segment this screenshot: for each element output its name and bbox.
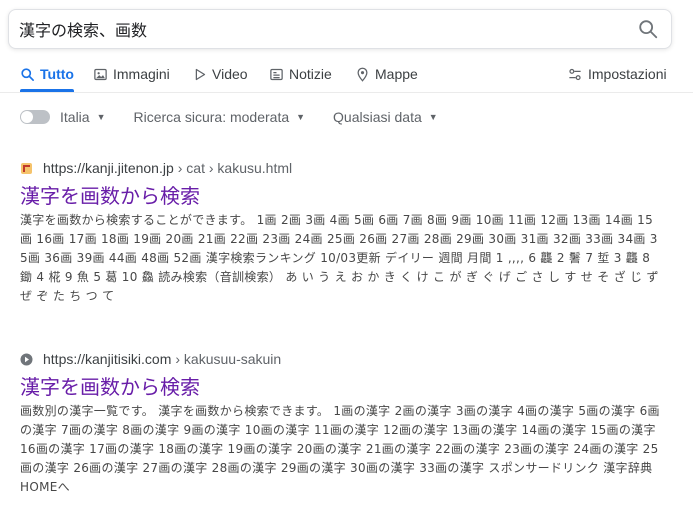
tab-settings[interactable]: Impostazioni — [567, 58, 667, 90]
result-snippet: 画数別の漢字一覧です。 漢字を画数から検索できます。 1画の漢字 2画の漢字 3… — [20, 404, 660, 494]
caret-down-icon: ▼ — [428, 112, 438, 122]
search-icon — [21, 67, 34, 81]
search-icon[interactable] — [637, 18, 659, 40]
tab-video[interactable]: Video — [192, 58, 248, 90]
news-icon — [270, 68, 283, 80]
image-icon — [94, 68, 107, 80]
tab-images[interactable]: Immagini — [93, 58, 170, 90]
search-filters: Italia ▼ Ricerca sicura: moderata ▼ Qual… — [20, 108, 466, 126]
result-url[interactable]: https://kanjitisiki.com › kakusuu-sakuin — [20, 350, 660, 368]
tab-label: Notizie — [289, 66, 332, 82]
caret-down-icon: ▼ — [296, 112, 306, 122]
search-result: https://kanjitisiki.com › kakusuu-sakuin… — [20, 350, 660, 497]
safe-search-filter[interactable]: Ricerca sicura: moderata ▼ — [134, 109, 306, 125]
tab-label: Impostazioni — [588, 66, 667, 82]
map-pin-icon — [357, 67, 368, 82]
result-url[interactable]: https://kanji.jitenon.jp › cat › kakusu.… — [20, 159, 660, 177]
tab-label: Tutto — [40, 66, 74, 82]
region-filter[interactable]: Italia ▼ — [60, 109, 106, 125]
result-path: › cat › kakusu.html — [177, 160, 293, 176]
tab-maps[interactable]: Mappe — [355, 58, 418, 90]
tab-label: Immagini — [113, 66, 170, 82]
play-icon — [195, 68, 206, 80]
play-circle-favicon-icon — [20, 353, 33, 366]
result-title-link[interactable]: 漢字を画数から検索 — [20, 374, 660, 400]
region-toggle[interactable] — [20, 110, 50, 124]
toggle-knob — [21, 111, 33, 123]
region-filter-label: Italia — [60, 109, 90, 125]
result-domain: https://kanjitisiki.com — [43, 351, 172, 367]
date-filter[interactable]: Qualsiasi data ▼ — [333, 109, 438, 125]
result-path: › kakusuu-sakuin — [175, 351, 282, 367]
result-snippet: 漢字を画数から検索することができます。 1画 2画 3画 4画 5画 6画 7画… — [20, 213, 659, 303]
result-title-link[interactable]: 漢字を画数から検索 — [20, 183, 660, 209]
search-input[interactable] — [19, 10, 619, 48]
safe-search-filter-label: Ricerca sicura: moderata — [133, 109, 290, 125]
settings-sliders-icon — [569, 68, 581, 80]
date-filter-label: Qualsiasi data — [333, 109, 422, 125]
tab-news[interactable]: Notizie — [269, 58, 332, 90]
jitenon-favicon-icon — [20, 162, 33, 175]
search-result: https://kanji.jitenon.jp › cat › kakusu.… — [20, 159, 660, 306]
result-domain: https://kanji.jitenon.jp — [43, 160, 174, 176]
caret-down-icon: ▼ — [96, 112, 106, 122]
tab-all[interactable]: Tutto — [20, 58, 74, 92]
tab-label: Video — [212, 66, 248, 82]
search-box — [8, 9, 672, 49]
tab-label: Mappe — [375, 66, 418, 82]
search-tabs: Tutto Immagini Video Notizie Mappe Impos… — [0, 58, 693, 93]
